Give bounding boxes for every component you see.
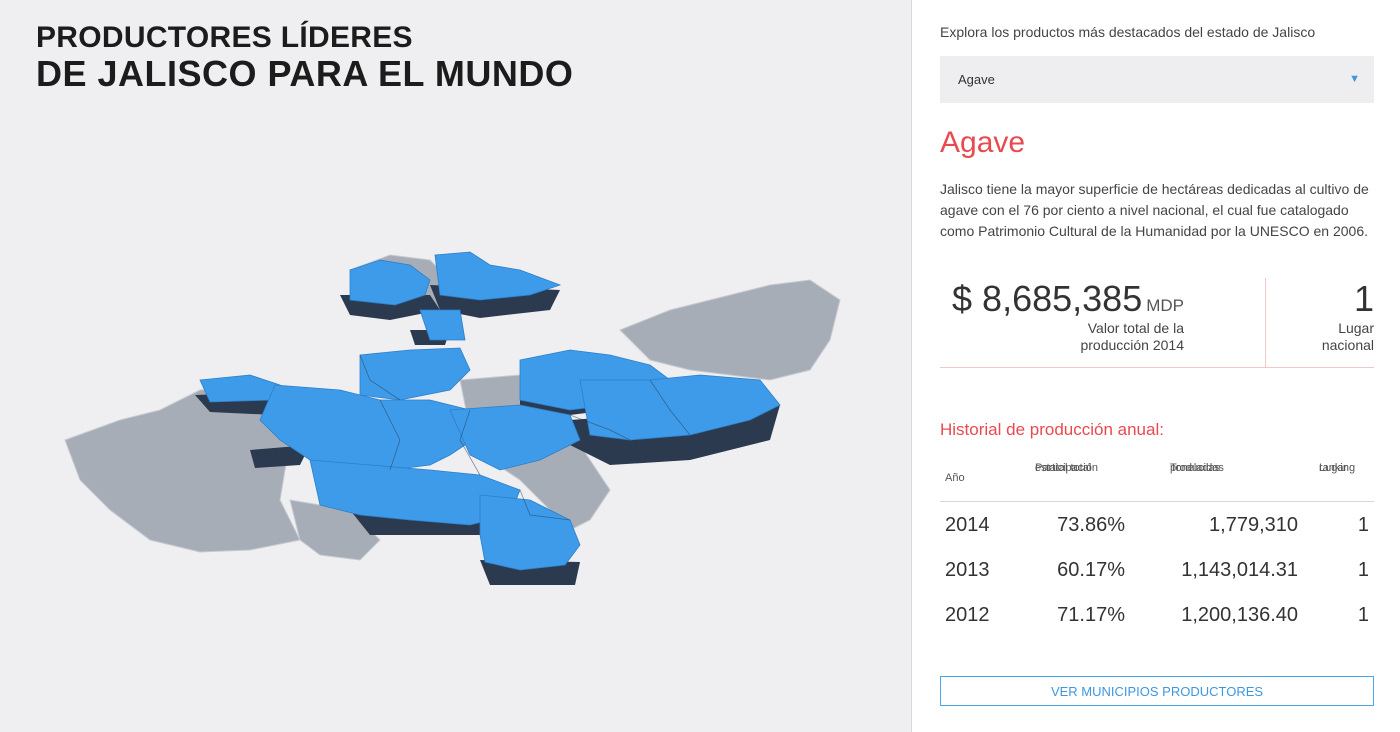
cell-participation: 73.86% <box>1057 514 1125 536</box>
production-history-table: Año Participación estatal total Tonelada… <box>940 458 1374 637</box>
cell-participation: 60.17% <box>1057 559 1125 581</box>
product-panel: Explora los productos más destacados del… <box>912 0 1400 732</box>
stats-block: $ 8,685,385 MDP Valor total de la producc… <box>940 278 1374 368</box>
page-title-line2: DE JALISCO PARA EL MUNDO <box>36 53 574 94</box>
product-title: Agave <box>940 126 1026 159</box>
history-title: Historial de producción anual: <box>940 420 1164 439</box>
cell-participation: 71.17% <box>1057 604 1125 626</box>
product-select[interactable]: Agave ▼ <box>940 56 1374 103</box>
view-municipalities-button[interactable]: VER MUNICIPIOS PRODUCTORES <box>940 676 1374 706</box>
production-value-unit: MDP <box>1146 296 1184 315</box>
cell-year: 2012 <box>945 604 990 626</box>
caret-down-icon: ▼ <box>1349 73 1360 85</box>
cell-tons: 1,143,014.31 <box>1181 559 1298 581</box>
cell-tons: 1,200,136.40 <box>1181 604 1298 626</box>
panel-prompt: Explora los productos más destacados del… <box>940 24 1316 40</box>
table-row: 2013 60.17% 1,143,014.31 1 <box>940 547 1374 592</box>
header-tons-line2: producidas <box>1170 462 1224 474</box>
page-title-line1: PRODUCTORES LÍDERES <box>36 21 413 54</box>
cell-tons: 1,779,310 <box>1209 514 1298 536</box>
production-value-label-line2: producción 2014 <box>1080 337 1184 353</box>
production-value-label-line1: Valor total de la <box>1087 320 1184 336</box>
national-rank-label: Lugar nacional <box>1322 320 1374 354</box>
table-row: 2014 73.86% 1,779,310 1 <box>940 502 1374 547</box>
header-participation-line2: estatal total <box>1035 462 1092 474</box>
product-description: Jalisco tiene la mayor superficie de hec… <box>940 181 1369 239</box>
map-area: PRODUCTORES LÍDERES DE JALISCO PARA EL M… <box>0 0 912 732</box>
page-title: PRODUCTORES LÍDERES DE JALISCO PARA EL M… <box>36 22 573 94</box>
stats-separator <box>1265 278 1266 368</box>
header-year: Año <box>945 472 965 484</box>
national-rank-value: 1 <box>1353 278 1374 319</box>
header-rank-line2: ranking <box>1319 462 1356 474</box>
production-value-label: Valor total de la producción 2014 <box>1024 320 1184 354</box>
table-row: 2012 71.17% 1,200,136.40 1 <box>940 592 1374 637</box>
product-select-value: Agave <box>958 72 995 87</box>
production-value-amount: $ 8,685,385 <box>952 278 1143 319</box>
cell-rank: 1 <box>1357 559 1369 581</box>
table-header: Año Participación estatal total Tonelada… <box>940 458 1374 502</box>
cell-year: 2013 <box>945 559 990 581</box>
cell-year: 2014 <box>945 514 990 536</box>
jalisco-map[interactable] <box>50 240 870 610</box>
national-rank-label-line1: Lugar <box>1338 320 1374 336</box>
cell-rank: 1 <box>1357 604 1369 626</box>
production-value: $ 8,685,385 MDP <box>924 278 1184 320</box>
cell-rank: 1 <box>1357 514 1369 536</box>
national-rank-label-line2: nacional <box>1321 337 1374 353</box>
